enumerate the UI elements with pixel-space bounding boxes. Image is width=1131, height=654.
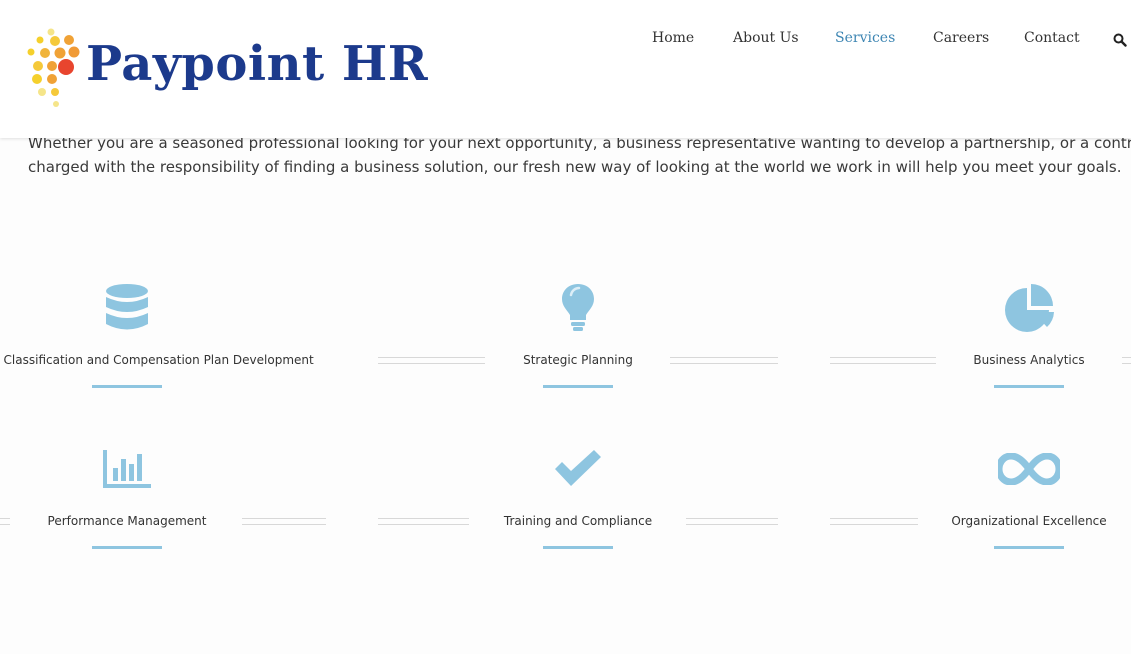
service-label: Employee Classification and Compensation…	[0, 353, 314, 367]
bar-chart-icon	[103, 450, 151, 488]
infinity-icon	[998, 453, 1060, 485]
service-underline	[994, 546, 1064, 549]
service-card-organizational-excellence[interactable]: Organizational Excellence	[879, 441, 1131, 551]
service-label: Strategic Planning	[523, 353, 633, 367]
service-underline	[994, 385, 1064, 388]
database-icon	[106, 284, 148, 330]
service-label: Performance Management	[47, 514, 207, 528]
service-underline	[543, 546, 613, 549]
nav-home[interactable]: Home	[652, 30, 694, 46]
service-card-strategic-planning[interactable]: Strategic Planning	[428, 280, 728, 390]
nav-about-us[interactable]: About Us	[733, 30, 799, 46]
nav-careers[interactable]: Careers	[933, 30, 989, 46]
lightbulb-icon	[562, 284, 594, 331]
service-label: Organizational Excellence	[951, 514, 1107, 528]
service-label: Training and Compliance	[503, 514, 653, 528]
service-card-compensation[interactable]: Employee Classification and Compensation…	[0, 280, 314, 390]
service-underline	[92, 385, 162, 388]
page: Whether you are a seasoned professional …	[0, 0, 1131, 654]
intro-line-2: charged with the responsibility of findi…	[28, 158, 1122, 176]
pie-chart-icon	[1005, 284, 1054, 332]
intro-paragraph: Whether you are a seasoned professional …	[28, 131, 1131, 179]
service-card-business-analytics[interactable]: Business Analytics	[879, 280, 1131, 390]
nav-contact[interactable]: Contact	[1024, 30, 1080, 46]
checkmark-icon	[555, 450, 601, 486]
site-header: Paypoint HR Home About Us Services Caree…	[0, 0, 1131, 138]
main-nav: Home About Us Services Careers Contact	[0, 30, 1131, 50]
service-card-training-compliance[interactable]: Training and Compliance	[428, 441, 728, 551]
search-icon[interactable]	[1113, 33, 1127, 47]
service-card-performance-management[interactable]: Performance Management	[0, 441, 277, 551]
service-label: Business Analytics	[973, 353, 1085, 367]
service-underline	[92, 546, 162, 549]
nav-services[interactable]: Services	[835, 30, 895, 46]
service-underline	[543, 385, 613, 388]
